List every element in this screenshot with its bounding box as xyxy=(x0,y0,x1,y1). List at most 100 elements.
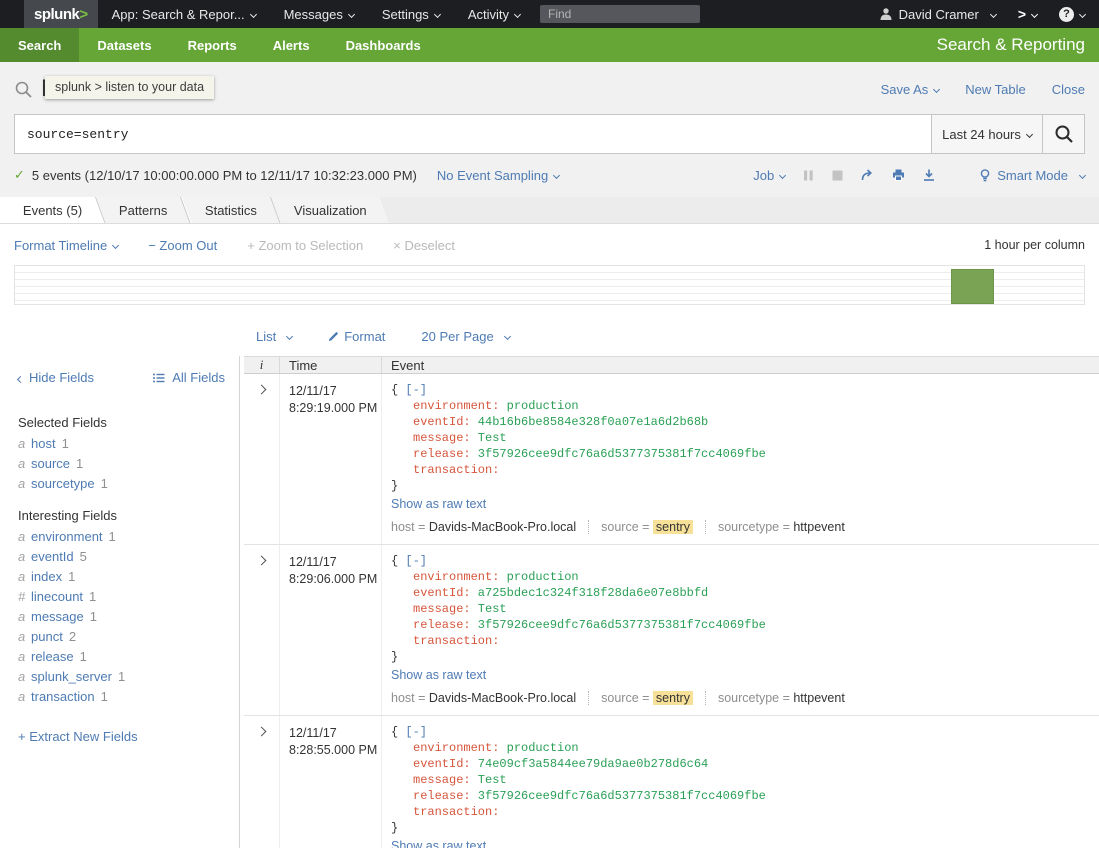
field-name[interactable]: message xyxy=(31,609,84,624)
json-key[interactable]: release: xyxy=(413,789,471,803)
splunk-arrow-menu[interactable]: > xyxy=(1018,6,1037,22)
json-key[interactable]: release: xyxy=(413,618,471,632)
field-name[interactable]: splunk_server xyxy=(31,669,112,684)
json-key[interactable]: message: xyxy=(413,602,471,616)
field-source[interactable]: asource1 xyxy=(18,457,225,470)
appnav-item-search[interactable]: Search xyxy=(0,28,79,62)
appnav-item-reports[interactable]: Reports xyxy=(170,28,255,62)
json-key[interactable]: release: xyxy=(413,447,471,461)
job-menu[interactable]: Job xyxy=(753,168,785,183)
user-menu[interactable]: David Cramer xyxy=(879,7,996,22)
field-release[interactable]: arelease1 xyxy=(18,650,225,663)
tab-events[interactable]: Events (5) xyxy=(0,197,106,223)
json-value[interactable]: Test xyxy=(471,773,507,787)
json-value[interactable]: 3f57926cee9dfc76a6d5377375381f7cc4069fbe xyxy=(471,789,766,803)
json-key[interactable]: environment: xyxy=(413,741,499,755)
show-raw-text-link[interactable]: Show as raw text xyxy=(391,497,486,511)
field-message[interactable]: amessage1 xyxy=(18,610,225,623)
deselect-button[interactable]: × Deselect xyxy=(393,238,455,253)
search-query-input[interactable] xyxy=(14,114,931,154)
json-key[interactable]: eventId: xyxy=(413,757,471,771)
field-transaction[interactable]: atransaction1 xyxy=(18,690,225,703)
json-collapse-link[interactable]: [-] xyxy=(405,554,427,568)
tag-value[interactable]: httpevent xyxy=(793,691,844,705)
field-sourcetype[interactable]: asourcetype1 xyxy=(18,477,225,490)
pause-button[interactable] xyxy=(803,170,814,181)
json-key[interactable]: environment: xyxy=(413,570,499,584)
appnav-item-dashboards[interactable]: Dashboards xyxy=(328,28,439,62)
json-value[interactable]: 44b16b6be8584e328f0a07e1a6d2b68b xyxy=(471,415,709,429)
extract-new-fields-button[interactable]: + Extract New Fields xyxy=(18,729,225,744)
json-value[interactable]: 74e09cf3a5844ee79da9ae0b278d6c64 xyxy=(471,757,709,771)
field-name[interactable]: punct xyxy=(31,629,63,644)
tab-statistics[interactable]: Statistics xyxy=(182,197,280,223)
field-name[interactable]: source xyxy=(31,456,70,471)
json-value[interactable]: Test xyxy=(471,602,507,616)
expand-chevron-icon[interactable] xyxy=(257,727,267,737)
json-collapse-link[interactable]: [-] xyxy=(405,725,427,739)
json-key[interactable]: transaction: xyxy=(413,634,499,648)
print-button[interactable] xyxy=(892,169,905,181)
json-key[interactable]: transaction: xyxy=(413,805,499,819)
json-value[interactable]: production xyxy=(499,399,578,413)
export-button[interactable] xyxy=(923,169,935,181)
json-key[interactable]: eventId: xyxy=(413,415,471,429)
show-raw-text-link[interactable]: Show as raw text xyxy=(391,668,486,682)
field-name[interactable]: host xyxy=(31,436,56,451)
search-mode-menu[interactable]: Smart Mode xyxy=(979,168,1085,183)
field-name[interactable]: release xyxy=(31,649,74,664)
topbar-menu-app[interactable]: App: Search & Repor... xyxy=(98,0,270,28)
json-value[interactable]: 3f57926cee9dfc76a6d5377375381f7cc4069fbe xyxy=(471,618,766,632)
hide-fields-button[interactable]: Hide Fields xyxy=(18,370,94,385)
json-value[interactable]: Test xyxy=(471,431,507,445)
find-input[interactable] xyxy=(540,5,700,23)
format-timeline-menu[interactable]: Format Timeline xyxy=(14,238,118,253)
timeline-bar[interactable] xyxy=(951,269,994,304)
appnav-item-datasets[interactable]: Datasets xyxy=(79,28,169,62)
all-fields-button[interactable]: All Fields xyxy=(153,370,225,385)
json-key[interactable]: message: xyxy=(413,431,471,445)
splunk-logo[interactable]: splunk> xyxy=(24,0,98,28)
per-page-menu[interactable]: 20 Per Page xyxy=(421,329,509,344)
tag-value[interactable]: Davids-MacBook-Pro.local xyxy=(429,520,576,534)
list-view-menu[interactable]: List xyxy=(256,329,292,344)
stop-button[interactable] xyxy=(832,170,843,181)
tab-visualization[interactable]: Visualization xyxy=(271,197,390,223)
json-value[interactable]: a725bdec1c324f318f28da6e07e8bbfd xyxy=(471,586,709,600)
field-name[interactable]: sourcetype xyxy=(31,476,95,491)
tab-patterns[interactable]: Patterns xyxy=(96,197,191,223)
search-button[interactable] xyxy=(1043,114,1085,154)
field-name[interactable]: eventId xyxy=(31,549,74,564)
json-key[interactable]: eventId: xyxy=(413,586,471,600)
field-environment[interactable]: aenvironment1 xyxy=(18,530,225,543)
help-menu[interactable]: ? xyxy=(1059,7,1085,22)
field-host[interactable]: ahost1 xyxy=(18,437,225,450)
json-value[interactable]: production xyxy=(499,741,578,755)
tag-value[interactable]: sentry xyxy=(653,520,693,534)
format-menu[interactable]: Format xyxy=(328,329,385,344)
tag-value[interactable]: Davids-MacBook-Pro.local xyxy=(429,691,576,705)
field-name[interactable]: index xyxy=(31,569,62,584)
close-button[interactable]: Close xyxy=(1052,82,1085,97)
zoom-out-button[interactable]: − Zoom Out xyxy=(148,238,217,253)
event-sampling-menu[interactable]: No Event Sampling xyxy=(437,168,559,183)
zoom-to-selection-button[interactable]: + Zoom to Selection xyxy=(247,238,363,253)
appnav-item-alerts[interactable]: Alerts xyxy=(255,28,328,62)
field-punct[interactable]: apunct2 xyxy=(18,630,225,643)
json-key[interactable]: environment: xyxy=(413,399,499,413)
field-splunk_server[interactable]: asplunk_server1 xyxy=(18,670,225,683)
topbar-menu-activity[interactable]: Activity xyxy=(454,0,534,28)
timeline-chart[interactable] xyxy=(14,265,1085,305)
json-collapse-link[interactable]: [-] xyxy=(405,383,427,397)
tag-value[interactable]: httpevent xyxy=(793,520,844,534)
topbar-menu-messages[interactable]: Messages xyxy=(270,0,368,28)
field-name[interactable]: transaction xyxy=(31,689,95,704)
show-raw-text-link[interactable]: Show as raw text xyxy=(391,839,486,848)
json-value[interactable]: 3f57926cee9dfc76a6d5377375381f7cc4069fbe xyxy=(471,447,766,461)
save-as-button[interactable]: Save As xyxy=(881,82,940,97)
share-button[interactable] xyxy=(861,169,874,181)
json-key[interactable]: message: xyxy=(413,773,471,787)
field-index[interactable]: aindex1 xyxy=(18,570,225,583)
topbar-menu-settings[interactable]: Settings xyxy=(368,0,454,28)
json-value[interactable]: production xyxy=(499,570,578,584)
